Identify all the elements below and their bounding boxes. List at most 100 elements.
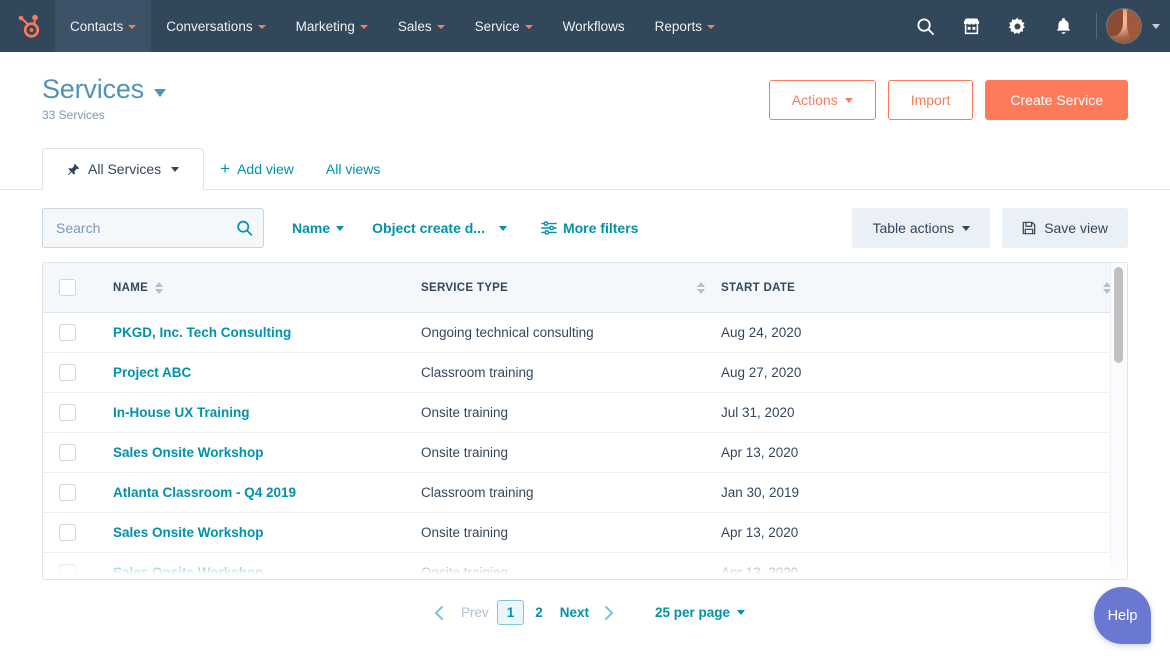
table-actions-button[interactable]: Table actions [852,208,991,248]
filter-name-label: Name [292,220,331,236]
per-page-selector[interactable]: 25 per page [655,605,746,620]
chevron-down-icon [257,25,266,29]
add-view-label: Add view [237,160,294,177]
table-row[interactable]: PKGD, Inc. Tech Consulting Ongoing techn… [43,312,1127,353]
nav-item-label: Service [474,18,520,34]
create-service-button-label: Create Service [1010,92,1103,108]
service-name-link[interactable]: Project ABC [91,365,191,380]
row-checkbox[interactable] [58,444,76,461]
service-name-link[interactable]: In-House UX Training [91,405,250,420]
service-name-link[interactable]: PKGD, Inc. Tech Consulting [91,325,291,340]
column-header-label: NAME [113,281,149,294]
services-table: NAME SERVICE TYPE START DATE PKGD, Inc. … [42,262,1128,580]
more-filters-button[interactable]: More filters [541,220,638,236]
chevron-down-icon[interactable] [1152,23,1160,29]
service-name-link[interactable]: Sales Onsite Workshop [91,525,264,540]
filter-name[interactable]: Name [292,220,345,236]
page-title-block: Services 33 Services [42,74,769,122]
tab-all-services[interactable]: All Services [42,148,205,190]
chevron-down-icon [524,25,533,29]
column-header-label: SERVICE TYPE [421,281,509,294]
nav-item-conversations[interactable]: Conversations [151,0,280,52]
nav-item-label: Sales [397,18,432,34]
add-view-button[interactable]: + Add view [204,148,310,189]
prev-page-label[interactable]: Prev [453,605,497,620]
row-checkbox[interactable] [58,564,76,579]
help-button-label: Help [1107,607,1138,624]
import-button-label: Import [910,92,951,108]
nav-item-reports[interactable]: Reports [640,0,730,52]
table-row[interactable]: Sales Onsite Workshop Onsite training Ap… [43,512,1127,553]
all-views-link[interactable]: All views [310,149,396,189]
help-button[interactable]: Help [1094,587,1151,644]
sort-arrows-icon[interactable] [697,281,705,294]
table-row[interactable]: Atlanta Classroom - Q4 2019 Classroom tr… [43,472,1127,513]
create-service-button[interactable]: Create Service [985,80,1128,120]
avatar[interactable] [1107,9,1141,43]
hubspot-logo[interactable] [0,0,55,52]
service-name-link[interactable]: Atlanta Classroom - Q4 2019 [91,485,296,500]
table-row[interactable]: Project ABC Classroom training Aug 27, 2… [43,352,1127,393]
row-checkbox[interactable] [58,404,76,421]
record-count: 33 Services [42,108,105,122]
notifications-bell-icon[interactable] [1040,0,1086,52]
row-select-cell [43,553,91,579]
column-header-name[interactable]: NAME [91,263,421,313]
page-number-2[interactable]: 2 [524,601,554,624]
select-all-checkbox[interactable] [58,279,76,296]
settings-gear-icon[interactable] [994,0,1040,52]
save-view-button[interactable]: Save view [1002,208,1128,248]
top-navigation-bar: Contacts Conversations Marketing Sales S… [0,0,1170,52]
table-vertical-scrollbar[interactable] [1110,263,1127,579]
row-type-cell: Onsite training [421,565,509,580]
prev-page-chevron-icon[interactable] [425,604,453,622]
service-name-link[interactable]: Sales Onsite Workshop [91,445,264,460]
service-name-link[interactable]: Sales Onsite Workshop [91,565,264,579]
column-header-service-type[interactable]: SERVICE TYPE [421,263,721,313]
chevron-down-icon [128,25,137,29]
next-page-label[interactable]: Next [554,605,595,620]
row-select-cell [43,432,91,473]
row-date-cell: Aug 27, 2020 [721,352,1127,393]
nav-item-contacts[interactable]: Contacts [55,0,152,52]
row-select-cell [43,312,91,353]
row-name-cell: Project ABC [91,352,421,393]
per-page-label: 25 per page [655,605,731,620]
search-input[interactable] [42,208,264,248]
main-nav-items: Contacts Conversations Marketing Sales S… [55,0,730,52]
table-row[interactable]: Sales Onsite Workshop Onsite training Ap… [43,432,1127,473]
search-icon[interactable] [902,0,948,52]
row-checkbox[interactable] [58,484,76,501]
scrollbar-thumb[interactable] [1114,267,1123,363]
row-type-cell: Onsite training [421,392,721,433]
row-checkbox[interactable] [58,324,76,341]
page-title[interactable]: Services [42,74,144,105]
table-row[interactable]: Sales Onsite Workshop Onsite training Ap… [43,553,1127,580]
view-tabs: All Services + Add view All views [0,144,1170,190]
column-header-start-date[interactable]: START DATE [721,263,1127,313]
tab-label: All Services [88,161,162,177]
nav-utility-icons [902,0,1170,52]
actions-button-label: Actions [791,92,838,108]
chevron-down-icon[interactable] [153,88,166,97]
sort-arrows-icon[interactable] [155,281,164,294]
row-name-cell: Atlanta Classroom - Q4 2019 [91,472,421,513]
pagination: Prev 1 2 Next 25 per page [0,600,1170,625]
row-select-cell [43,472,91,513]
import-button[interactable]: Import [887,80,974,120]
nav-item-workflows[interactable]: Workflows [548,0,640,52]
next-page-chevron-icon[interactable] [595,604,623,622]
row-checkbox[interactable] [58,524,76,541]
table-row[interactable]: In-House UX Training Onsite training Jul… [43,392,1127,433]
nav-item-service[interactable]: Service [460,0,548,52]
actions-button[interactable]: Actions [768,80,876,120]
filter-object-create-date[interactable]: Object create d... [372,220,507,236]
row-checkbox[interactable] [58,364,76,381]
search-icon[interactable] [236,220,253,237]
nav-item-sales[interactable]: Sales [383,0,460,52]
page-number-1[interactable]: 1 [496,600,525,625]
nav-item-label: Reports [654,18,702,34]
plus-icon: + [220,159,231,178]
marketplace-icon[interactable] [948,0,994,52]
nav-item-marketing[interactable]: Marketing [281,0,383,52]
